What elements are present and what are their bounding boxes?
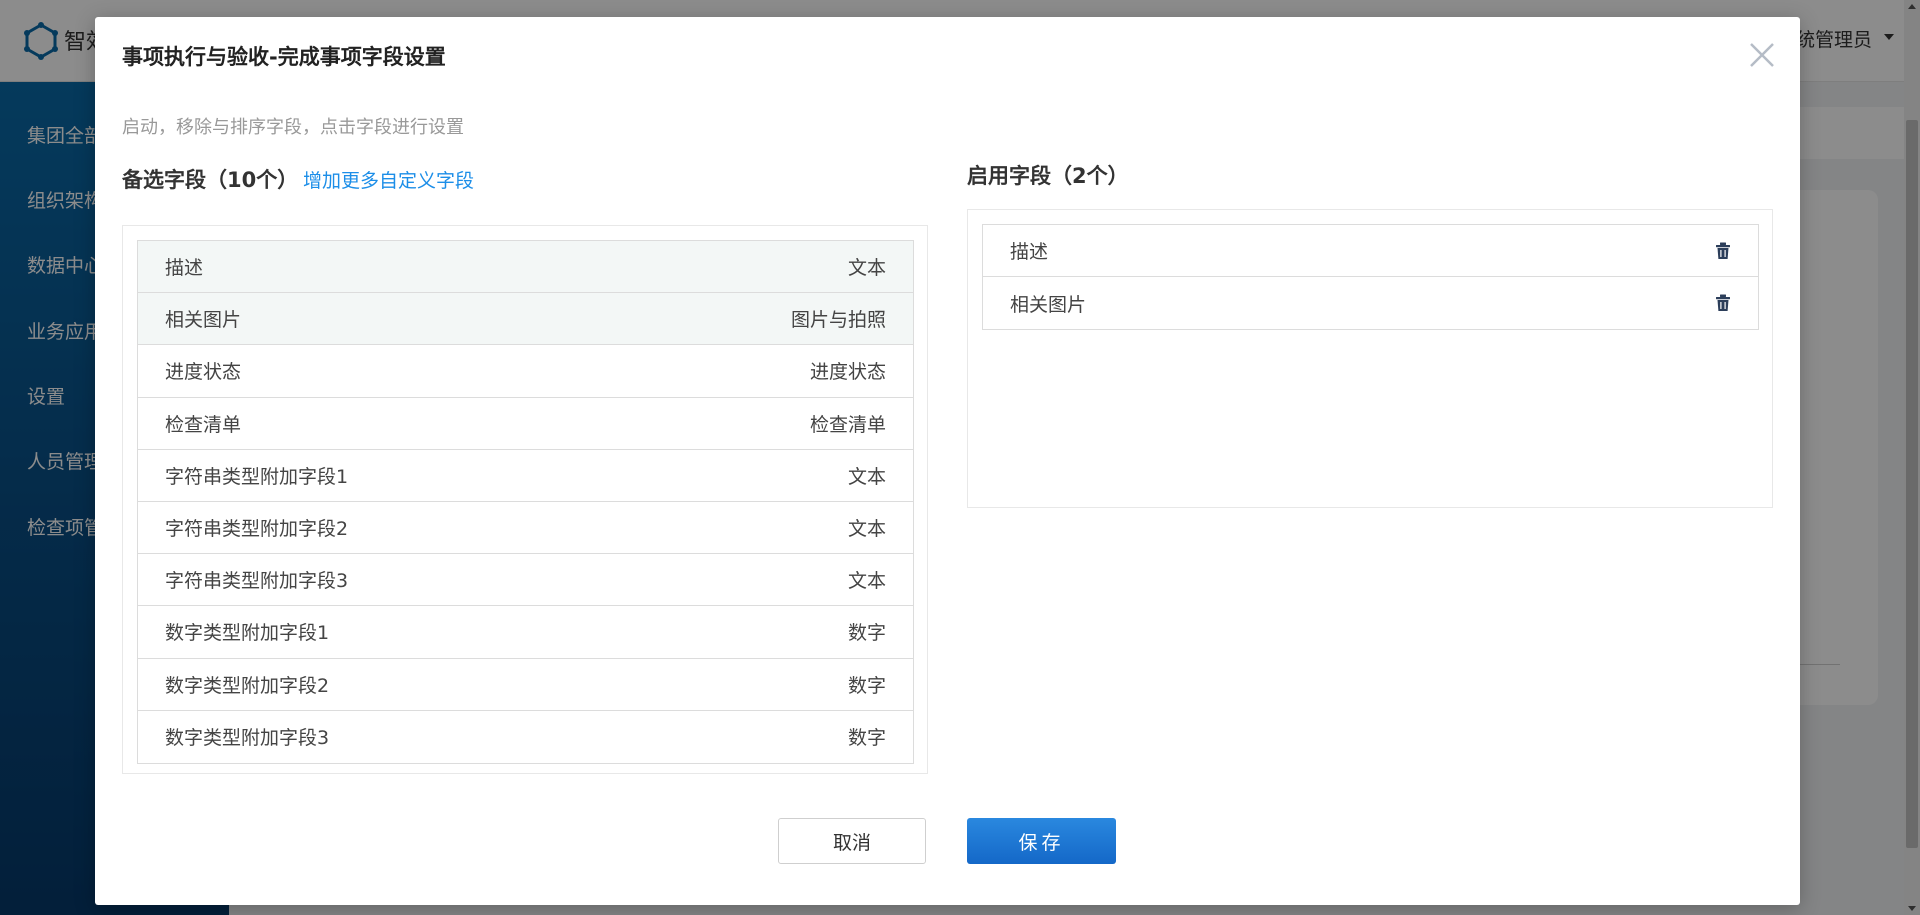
field-name: 字符串类型附加字段1 bbox=[165, 465, 349, 488]
field-type: 文本 bbox=[847, 465, 886, 488]
available-field-row[interactable]: 数字类型附加字段1 数字 bbox=[138, 606, 913, 659]
enabled-fields-title: 启用字段（2个） bbox=[967, 164, 1129, 188]
available-fields-title: 备选字段（10个） bbox=[122, 168, 299, 192]
available-field-row[interactable]: 数字类型附加字段2 数字 bbox=[138, 659, 913, 711]
available-field-row[interactable]: 字符串类型附加字段3 文本 bbox=[138, 554, 913, 607]
field-name: 相关图片 bbox=[165, 309, 242, 332]
available-field-row[interactable]: 字符串类型附加字段1 文本 bbox=[138, 450, 913, 502]
modal-title: 事项执行与验收-完成事项字段设置 bbox=[122, 45, 446, 69]
available-field-row[interactable]: 检查清单 检查清单 bbox=[138, 398, 913, 450]
available-fields-list: 描述 文本 相关图片 图片与拍照 进度状态 进度状态 检查清单 检查清单 字符串… bbox=[137, 240, 914, 764]
field-name: 检查清单 bbox=[165, 413, 242, 436]
available-field-row[interactable]: 描述 文本 bbox=[138, 241, 913, 294]
available-field-row[interactable]: 进度状态 进度状态 bbox=[138, 345, 913, 398]
available-fields-panel: 描述 文本 相关图片 图片与拍照 进度状态 进度状态 检查清单 检查清单 字符串… bbox=[122, 225, 928, 774]
close-icon[interactable] bbox=[1746, 39, 1778, 71]
save-button[interactable]: 保存 bbox=[967, 818, 1116, 864]
field-type: 文本 bbox=[847, 570, 886, 593]
field-name: 相关图片 bbox=[1010, 293, 1087, 316]
field-name: 描述 bbox=[1010, 241, 1049, 263]
field-type: 进度状态 bbox=[809, 361, 886, 384]
trash-icon[interactable] bbox=[1715, 294, 1731, 312]
field-name: 数字类型附加字段3 bbox=[165, 727, 330, 750]
field-name: 字符串类型附加字段3 bbox=[165, 570, 349, 593]
field-type: 数字 bbox=[847, 622, 886, 645]
available-field-row[interactable]: 相关图片 图片与拍照 bbox=[138, 293, 913, 346]
field-type: 文本 bbox=[847, 257, 886, 280]
field-name: 数字类型附加字段2 bbox=[165, 674, 330, 697]
field-settings-modal: 事项执行与验收-完成事项字段设置 启动，移除与排序字段，点击字段进行设置 备选字… bbox=[95, 17, 1800, 905]
field-type: 数字 bbox=[847, 674, 886, 697]
field-name: 字符串类型附加字段2 bbox=[165, 518, 349, 541]
trash-icon[interactable] bbox=[1715, 242, 1731, 260]
field-name: 数字类型附加字段1 bbox=[165, 622, 330, 645]
enabled-field-row[interactable]: 相关图片 bbox=[983, 277, 1758, 329]
field-type: 文本 bbox=[847, 518, 886, 541]
available-field-row[interactable]: 字符串类型附加字段2 文本 bbox=[138, 502, 913, 555]
field-name: 描述 bbox=[165, 257, 204, 280]
enabled-field-row[interactable]: 描述 bbox=[983, 225, 1758, 277]
field-type: 图片与拍照 bbox=[790, 309, 886, 332]
modal-hint: 启动，移除与排序字段，点击字段进行设置 bbox=[122, 117, 464, 138]
add-custom-field-link[interactable]: 增加更多自定义字段 bbox=[303, 166, 474, 193]
available-field-row[interactable]: 数字类型附加字段3 数字 bbox=[138, 711, 913, 763]
field-name: 进度状态 bbox=[165, 361, 242, 384]
field-type: 数字 bbox=[847, 727, 886, 750]
field-type: 检查清单 bbox=[809, 413, 886, 436]
enabled-fields-list: 描述 相关图片 bbox=[982, 224, 1759, 330]
enabled-fields-panel: 描述 相关图片 bbox=[967, 209, 1773, 508]
cancel-button[interactable]: 取消 bbox=[778, 818, 926, 864]
